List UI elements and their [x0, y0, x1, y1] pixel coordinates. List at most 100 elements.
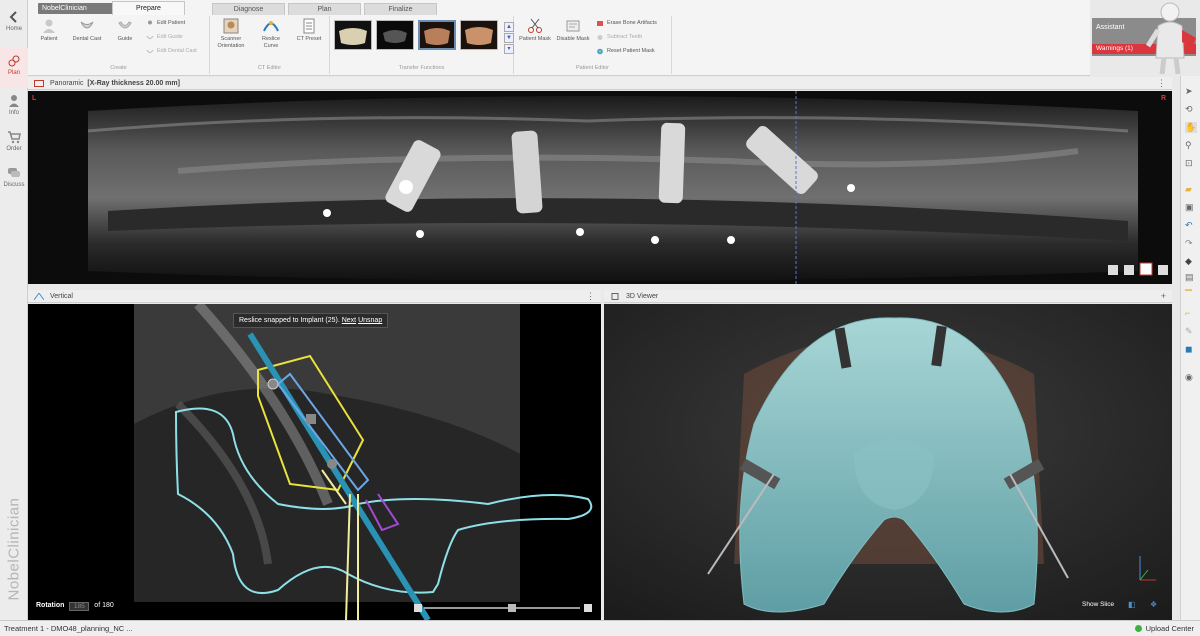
- undo-icon[interactable]: ↶: [1185, 220, 1197, 231]
- transfer-thumb-2[interactable]: [376, 20, 414, 50]
- viewer3d-title: 3D Viewer: [626, 293, 659, 300]
- disable-mask-icon: [566, 20, 580, 32]
- transfer-thumb-4[interactable]: [460, 20, 498, 50]
- patient-mask-button[interactable]: Patient Mask: [518, 18, 552, 43]
- panoramic-header: Panoramic [X-Ray thickness 20.00 mm] ⋮: [28, 77, 1172, 90]
- ct-preset-label: CT Preset: [296, 36, 322, 42]
- ct-preset-button[interactable]: CT Preset: [292, 18, 326, 43]
- nav-order[interactable]: Order: [0, 124, 28, 164]
- subtract-teeth-button[interactable]: Subtract Teeth: [596, 33, 642, 42]
- tab-diagnose[interactable]: Diagnose: [212, 3, 285, 15]
- nav-discuss[interactable]: Discuss: [0, 160, 28, 200]
- status-bar: Treatment 1 - DMO48_planning_NC ... Uplo…: [0, 620, 1200, 636]
- vertical-view[interactable]: Reslice snapped to Implant (25). Next Un…: [28, 304, 601, 620]
- dental-cast-label: Dental Cast: [72, 36, 102, 42]
- thumb-2-image: [377, 21, 413, 49]
- scroll-more-icon[interactable]: ▾: [504, 44, 514, 54]
- transfer-thumb-1[interactable]: [334, 20, 372, 50]
- patient-label: Patient: [40, 36, 58, 42]
- nav-info[interactable]: Info: [0, 88, 28, 128]
- subtract-teeth-label: Subtract Teeth: [607, 34, 643, 40]
- viewer3d-add-icon[interactable]: +: [1161, 290, 1166, 303]
- rotation-total: of 180: [94, 602, 114, 609]
- edit-dental-cast-button[interactable]: Edit Dental Cast: [146, 47, 197, 56]
- viewer3d-image: [604, 304, 1172, 620]
- reslice-curve-button[interactable]: Reslice Curve: [254, 18, 288, 50]
- edit-guide-button[interactable]: Edit Guide: [146, 33, 183, 42]
- tooltip-text: Reslice snapped to Implant (25).: [239, 317, 340, 324]
- slice-toggle-icon[interactable]: ◧: [1128, 600, 1136, 609]
- eraser-tool-icon[interactable]: ◆: [1185, 256, 1197, 267]
- rotation-input[interactable]: 185: [69, 602, 90, 611]
- treatment-name[interactable]: Treatment 1 - DMO48_planning_NC ...: [4, 621, 133, 636]
- left-marker: L: [32, 95, 37, 102]
- vertical-more-icon[interactable]: ⋮: [586, 290, 595, 303]
- group-patient-editor: Patient Mask Disable Mask Erase Bone Art…: [514, 16, 672, 74]
- vertical-title: Vertical: [50, 293, 73, 300]
- erase-bone-button[interactable]: Erase Bone Artifacts: [596, 19, 657, 28]
- panoramic-view[interactable]: L R: [28, 91, 1172, 284]
- nav-discuss-label: Discuss: [3, 182, 25, 188]
- layers-icon[interactable]: ◼: [1185, 344, 1197, 355]
- cart-icon: [8, 131, 21, 144]
- group-ct-editor: Scanner Orientation Reslice Curve CT Pre…: [210, 16, 330, 74]
- scroll-up-icon[interactable]: ▲: [504, 22, 514, 32]
- pointer-tool-icon[interactable]: ➤: [1185, 86, 1197, 97]
- zoom-in-button[interactable]: [584, 604, 592, 612]
- patient-button[interactable]: Patient: [32, 18, 66, 43]
- pan-tool-icon[interactable]: ✋: [1185, 122, 1197, 133]
- scanner-orientation-label: Scanner Orientation: [217, 36, 245, 49]
- edit-patient-button[interactable]: Edit Patient: [146, 19, 185, 28]
- angle-icon[interactable]: ⌐: [1185, 308, 1197, 319]
- upload-center[interactable]: Upload Center: [1134, 621, 1194, 636]
- back-arrow-icon: [9, 11, 17, 23]
- assistant-title: Assistant: [1096, 24, 1125, 31]
- zoom-tool-icon[interactable]: ⚲: [1185, 140, 1197, 151]
- assistant-figure-icon: [1145, 2, 1196, 75]
- annotation-icon[interactable]: ✎: [1185, 326, 1197, 337]
- camera-icon[interactable]: ▤: [1185, 272, 1197, 283]
- app-window: Home Plan Info Order Discuss NobelClinic…: [0, 0, 1200, 636]
- panoramic-title: Panoramic [X-Ray thickness 20.00 mm]: [50, 77, 180, 90]
- visibility-icon[interactable]: ◉: [1185, 372, 1197, 383]
- measure-icon[interactable]: ▔: [1185, 290, 1197, 301]
- edit-patient-icon: [148, 20, 152, 25]
- open-folder-icon[interactable]: ▰: [1185, 184, 1197, 195]
- zoom-out-button[interactable]: [414, 604, 422, 612]
- ribbon: NobelClinician ▼ Prepare Diagnose Plan Fi…: [28, 0, 1090, 76]
- disable-mask-button[interactable]: Disable Mask: [556, 18, 590, 43]
- scanner-orientation-button[interactable]: Scanner Orientation: [214, 18, 248, 50]
- tab-plan[interactable]: Plan: [288, 3, 361, 15]
- nav-order-label: Order: [6, 146, 22, 152]
- tab-prepare[interactable]: Prepare: [112, 1, 185, 15]
- redo-icon[interactable]: ↷: [1185, 238, 1197, 249]
- transfer-thumb-3[interactable]: [418, 20, 456, 50]
- nav-plan-label: Plan: [7, 70, 20, 76]
- dental-cast-button[interactable]: Dental Cast: [70, 18, 104, 43]
- vertical-header: Vertical ⋮: [28, 290, 601, 303]
- panoramic-more-icon[interactable]: ⋮: [1157, 77, 1166, 90]
- reset-mask-button[interactable]: Reset Patient Mask: [596, 47, 655, 56]
- app-selector-label: NobelClinician: [42, 5, 87, 12]
- viewer3d-view[interactable]: Show Slice ◧ ❖: [604, 304, 1172, 620]
- group-transfer-functions: ▲ ▼ ▾ Transfer Functions: [330, 16, 514, 74]
- nav-plan[interactable]: Plan: [0, 48, 28, 88]
- guide-button[interactable]: Guide: [108, 18, 142, 43]
- save-icon[interactable]: ▣: [1185, 202, 1197, 213]
- vertical-icon: [34, 293, 44, 300]
- rotation-slider-handle[interactable]: [508, 604, 516, 612]
- edit-guide-icon: [146, 35, 154, 39]
- bird-icon[interactable]: ❖: [1150, 600, 1157, 609]
- vertical-image: [28, 304, 601, 620]
- patient-mask-label: Patient Mask: [519, 36, 551, 42]
- rotate-tool-icon[interactable]: ⟲: [1185, 104, 1197, 115]
- reset-mask-label: Reset Patient Mask: [607, 48, 655, 54]
- tab-finalize[interactable]: Finalize: [364, 3, 437, 15]
- disable-mask-label: Disable Mask: [556, 36, 590, 42]
- plan-icon: [8, 55, 20, 67]
- zoom-box-icon[interactable]: ⊡: [1185, 158, 1197, 169]
- tooltip-unsnap-link[interactable]: Unsnap: [358, 317, 382, 324]
- scroll-down-icon[interactable]: ▼: [504, 33, 514, 43]
- nav-home[interactable]: Home: [0, 4, 28, 44]
- tooltip-next-link[interactable]: Next: [342, 317, 356, 324]
